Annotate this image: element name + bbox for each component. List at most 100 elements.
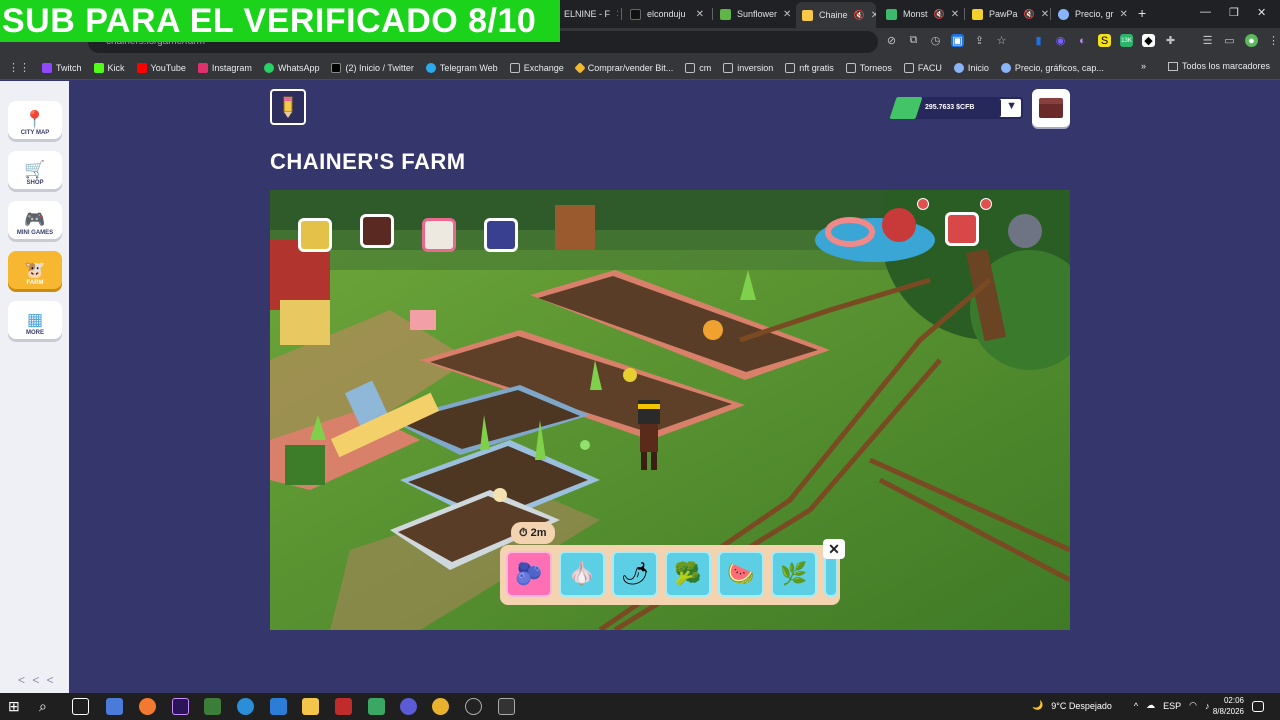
chrome-icon[interactable]: [432, 698, 449, 715]
browser-tab[interactable]: PawPa 🔇 ✕: [966, 4, 1048, 24]
close-tab-icon[interactable]: ✕: [871, 10, 876, 21]
copilot-icon[interactable]: [106, 698, 123, 715]
blender-icon[interactable]: [139, 698, 156, 715]
share-icon[interactable]: ⇪: [973, 34, 986, 47]
seed-slot-beet[interactable]: 🫐: [506, 551, 552, 597]
sidebar-item-mini-games[interactable]: 🎮 MINI GAMES: [8, 201, 62, 239]
bookmark-folder[interactable]: cm: [685, 62, 711, 73]
close-tab-icon[interactable]: ✕: [1120, 9, 1128, 20]
seed-slot-watermelon[interactable]: 🍉: [718, 551, 764, 597]
signpost-icon[interactable]: [882, 208, 916, 242]
after-effects-icon[interactable]: [172, 698, 189, 715]
balance-dropdown[interactable]: 295.7633 $CFB ▼: [889, 97, 1023, 119]
farm-game-canvas[interactable]: ⏱ 2m 🫐 🧄 🌶 🥦 🍉 🌿 ✕: [270, 190, 1070, 630]
cloud-icon[interactable]: ☁: [1146, 700, 1155, 711]
close-tab-icon[interactable]: ✕: [951, 9, 959, 20]
task-view-icon[interactable]: [72, 698, 89, 715]
extension-icon[interactable]: ◉: [1054, 34, 1067, 47]
profile-avatar-icon[interactable]: ●: [1245, 34, 1258, 47]
browser-tab[interactable]: Sunflower ✕: [714, 4, 796, 24]
ledger-icon[interactable]: [298, 218, 332, 252]
close-tab-icon[interactable]: ✕: [696, 9, 704, 20]
browser-tab[interactable]: ELNINE - F ✕: [558, 4, 618, 24]
new-tab-button[interactable]: +: [1138, 5, 1146, 21]
close-tab-icon[interactable]: ✕: [616, 9, 618, 20]
volume-icon[interactable]: ♪: [1205, 701, 1210, 711]
bookmark-item[interactable]: Telegram Web: [425, 62, 498, 73]
mute-icon[interactable]: 🔇: [854, 10, 865, 21]
seed-slot-pepper[interactable]: 🌶: [612, 551, 658, 597]
bookmark-item[interactable]: (2) Inicio / Twitter: [331, 62, 414, 73]
bookmark-item[interactable]: Inicio: [953, 62, 989, 73]
barn-icon[interactable]: [945, 212, 979, 246]
system-clock[interactable]: 02:06 8/8/2026: [1213, 695, 1244, 717]
discord-icon[interactable]: [400, 698, 417, 715]
extension-icon[interactable]: ◐: [1076, 34, 1089, 47]
eye-off-icon[interactable]: ⊘: [885, 34, 898, 47]
seed-slot-herb[interactable]: 🌿: [771, 551, 817, 597]
settings-gear-icon[interactable]: [1008, 214, 1042, 248]
minimize-icon[interactable]: —: [1200, 6, 1211, 18]
close-tab-icon[interactable]: ✕: [1041, 9, 1048, 20]
bookmark-folder[interactable]: Torneos: [845, 62, 892, 73]
edit-pencil-button[interactable]: [270, 89, 306, 125]
chevron-double-right-icon[interactable]: »: [1141, 61, 1146, 71]
translate-icon[interactable]: ⧉: [907, 34, 920, 47]
collapse-sidebar-button[interactable]: < < <: [18, 673, 56, 687]
bookmark-item[interactable]: Instagram: [197, 62, 252, 73]
tab-search-icon[interactable]: ☰: [1201, 34, 1214, 47]
apps-grid-icon[interactable]: ⋮⋮: [8, 61, 30, 74]
vscode-icon[interactable]: [270, 698, 287, 715]
calculator-icon[interactable]: [368, 698, 385, 715]
menu-kebab-icon[interactable]: ⋮: [1267, 34, 1280, 47]
sidebar-item-shop[interactable]: 🛒 SHOP: [8, 151, 62, 189]
notification-icon[interactable]: [1252, 701, 1264, 712]
sidebar-item-farm[interactable]: 🐮 FARM: [8, 251, 62, 289]
seed-slot-cauliflower[interactable]: 🥦: [665, 551, 711, 597]
wifi-icon[interactable]: ◠: [1189, 700, 1197, 711]
epic-games-icon[interactable]: [498, 698, 515, 715]
workbench-icon[interactable]: [422, 218, 456, 252]
search-icon[interactable]: ⌕: [39, 698, 56, 715]
file-explorer-icon[interactable]: [302, 698, 319, 715]
bookmark-item[interactable]: Precio, gráficos, cap...: [1000, 62, 1104, 73]
sidebar-item-more[interactable]: ▦ MORE: [8, 301, 62, 339]
inventory-chest-button[interactable]: [1032, 89, 1070, 127]
extension-icon[interactable]: S: [1098, 34, 1111, 47]
bookmark-item[interactable]: WhatsApp: [263, 62, 319, 73]
robot-helper-icon[interactable]: [484, 218, 518, 252]
browser-tab[interactable]: elconduju ✕: [624, 4, 710, 24]
close-seed-tray-button[interactable]: ✕: [823, 539, 845, 559]
close-tab-icon[interactable]: ✕: [783, 9, 791, 20]
sidebar-item-city-map[interactable]: 📍 CITY MAP: [8, 101, 62, 139]
obs-icon[interactable]: [465, 698, 482, 715]
all-bookmarks-button[interactable]: » Todos los marcadores: [1141, 61, 1270, 71]
weather-label[interactable]: 9°C Despejado: [1051, 701, 1112, 711]
bookmark-item[interactable]: YouTube: [136, 62, 186, 73]
cast-icon[interactable]: ▭: [1223, 34, 1236, 47]
browser-tab-active[interactable]: Chaine 🔇 ✕: [796, 2, 876, 28]
mute-icon[interactable]: 🔇: [1024, 9, 1035, 20]
puzzle-icon[interactable]: ✚: [1164, 34, 1177, 47]
mute-icon[interactable]: 🔇: [934, 9, 945, 20]
bookmark-folder[interactable]: nft gratis: [785, 62, 834, 73]
chevron-up-icon[interactable]: ^: [1134, 701, 1138, 711]
seed-slot-garlic[interactable]: 🧄: [559, 551, 605, 597]
browser-tab[interactable]: Precio, gr ✕: [1052, 4, 1132, 24]
app-icon[interactable]: [335, 698, 352, 715]
browser-tab[interactable]: Monst 🔇 ✕: [880, 4, 962, 24]
restore-icon[interactable]: ❐: [1229, 6, 1239, 19]
bookmark-item[interactable]: Twitch: [42, 62, 82, 73]
windows-start-icon[interactable]: ⊞: [8, 698, 25, 715]
bookmark-folder[interactable]: FACU: [903, 62, 942, 73]
screenshot-icon[interactable]: ▣: [951, 34, 964, 47]
window-close-icon[interactable]: ✕: [1257, 6, 1266, 19]
bookmark-star-icon[interactable]: ☆: [995, 34, 1008, 47]
language-indicator[interactable]: ESP: [1163, 701, 1181, 711]
bookmark-item[interactable]: Kick: [93, 62, 125, 73]
extension-wallet-icon[interactable]: ▮: [1032, 34, 1045, 47]
bookmark-folder[interactable]: Exchange: [509, 62, 564, 73]
market-icon[interactable]: [360, 214, 394, 248]
bookmark-item[interactable]: Comprar/vender Bit...: [574, 61, 673, 74]
bookmark-folder[interactable]: inversion: [723, 62, 773, 73]
